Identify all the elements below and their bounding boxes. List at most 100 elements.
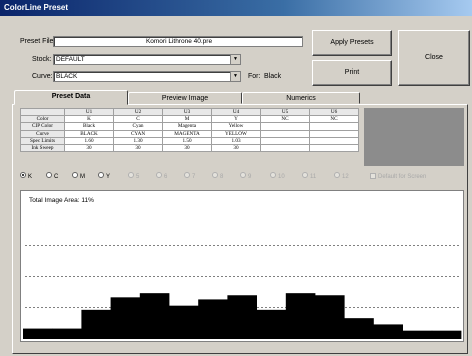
preset-file-label: Preset File: [20, 38, 56, 45]
row-header: Ink Sweep [20, 143, 65, 153]
radio-dot-icon [20, 172, 26, 179]
table-header-row: U1 U2 U3 U4 U5 U6 [20, 107, 359, 117]
corner-cell [20, 107, 65, 117]
table-cell[interactable]: 30 [211, 143, 261, 153]
table-cell[interactable]: Magenta [162, 122, 212, 131]
table-cell[interactable]: C [113, 115, 163, 124]
radio-dot-icon [156, 172, 162, 179]
curve-select[interactable]: BLACK ▼ [53, 71, 241, 82]
stock-select[interactable]: DEFAULT ▼ [53, 54, 241, 65]
radio-k[interactable]: K [20, 172, 32, 182]
radio-8: 8 [212, 172, 223, 182]
chart-bar [139, 293, 170, 339]
table-cell[interactable]: 30 [113, 143, 163, 153]
column-header: U4 [211, 107, 261, 117]
table-cell[interactable]: BLACK [64, 129, 114, 138]
table-cell[interactable] [260, 143, 310, 153]
table-cell[interactable] [309, 136, 359, 145]
row-header: Spec Limits [20, 136, 65, 145]
table-cell[interactable]: 1.30 [113, 136, 163, 145]
table-row: Color K C M Y NC NC [20, 115, 359, 124]
chevron-down-icon[interactable]: ▼ [230, 72, 240, 81]
chart-bar [23, 328, 53, 339]
apply-presets-button[interactable]: Apply Presets [312, 30, 392, 56]
table-cell[interactable]: K [64, 115, 114, 124]
table-cell[interactable]: Black [64, 122, 114, 131]
chart-bar [402, 330, 433, 339]
table-cell[interactable]: NC [260, 115, 310, 124]
chart-bar [110, 297, 141, 339]
column-header: U6 [309, 107, 359, 117]
chart-bar [52, 328, 82, 339]
table-cell[interactable] [309, 129, 359, 138]
preset-file-field[interactable]: Komori Lithrone 40.pre [53, 36, 303, 47]
tab-numerics[interactable]: Numerics [242, 92, 360, 104]
chart-bar [431, 330, 462, 339]
table-cell[interactable]: Y [211, 115, 261, 124]
table-cell[interactable]: 30 [162, 143, 212, 153]
close-button[interactable]: Close [398, 30, 470, 86]
table-cell[interactable]: Cyan [113, 122, 163, 131]
unit-radio-group: K C M Y 5 6 7 8 9 10 11 12 Default for S… [20, 172, 470, 182]
table-row: Spec Limits 1.60 1.30 1.50 1.03 [20, 136, 359, 145]
radio-dot-icon [334, 172, 340, 179]
stock-value: DEFAULT [56, 56, 85, 63]
radio-dot-icon [184, 172, 190, 179]
column-header: U3 [162, 107, 212, 117]
radio-y[interactable]: Y [98, 172, 110, 182]
chart-bar [227, 295, 257, 339]
table-empty-area [364, 108, 464, 166]
table-cell[interactable]: NC [309, 115, 359, 124]
radio-m[interactable]: M [72, 172, 85, 182]
radio-dot-icon [98, 172, 104, 179]
radio-dot-icon [240, 172, 246, 179]
stock-label: Stock: [32, 56, 52, 63]
radio-6: 6 [156, 172, 167, 182]
table-cell[interactable] [260, 129, 310, 138]
radio-dot-icon [128, 172, 134, 179]
checkbox-icon [370, 173, 376, 180]
chart-plot [23, 244, 462, 339]
radio-c[interactable]: C [46, 172, 58, 182]
table-cell[interactable]: Yellow [211, 122, 261, 131]
curve-label: Curve: [32, 73, 53, 80]
table-cell[interactable] [260, 136, 310, 145]
row-header: Curve [20, 129, 65, 138]
table-cell[interactable]: 1.03 [211, 136, 261, 145]
radio-dot-icon [270, 172, 276, 179]
column-header: U1 [64, 107, 114, 117]
chart-bar [81, 309, 111, 339]
row-header: Color [20, 115, 65, 124]
table-row: Ink Sweep 30 30 30 30 [20, 143, 359, 153]
table-cell[interactable]: YELLOW [211, 129, 261, 138]
radio-5: 5 [128, 172, 139, 182]
radio-11: 11 [302, 172, 316, 182]
for-value: Black [264, 73, 282, 80]
table-cell[interactable] [309, 122, 359, 131]
radio-9: 9 [240, 172, 251, 182]
radio-7: 7 [184, 172, 195, 182]
table-cell[interactable]: 30 [64, 143, 114, 153]
table-cell[interactable]: CYAN [113, 129, 163, 138]
chart-bar [285, 293, 316, 339]
radio-dot-icon [212, 172, 218, 179]
chevron-down-icon[interactable]: ▼ [230, 55, 240, 64]
preset-table: U1 U2 U3 U4 U5 U6 Color K C M Y NC NC C I… [20, 107, 359, 153]
table-cell[interactable] [260, 122, 310, 131]
radio-12: 12 [334, 172, 349, 182]
chart-bar [198, 299, 228, 339]
table-cell[interactable] [309, 143, 359, 153]
ink-coverage-chart: Total Image Area: 11% [20, 190, 464, 342]
table-cell[interactable]: 1.50 [162, 136, 212, 145]
print-button[interactable]: Print [312, 60, 392, 86]
chart-bar [315, 295, 345, 339]
table-cell[interactable]: MAGENTA [162, 129, 212, 138]
default-for-screen-checkbox: Default for Screen [370, 172, 426, 182]
table-cell[interactable]: M [162, 115, 212, 124]
table-cell[interactable]: 1.60 [64, 136, 114, 145]
tab-preset-data[interactable]: Preset Data [14, 90, 128, 105]
radio-dot-icon [72, 172, 78, 179]
radio-dot-icon [46, 172, 52, 179]
tab-preview-image[interactable]: Preview Image [128, 92, 242, 104]
radio-10: 10 [270, 172, 285, 182]
